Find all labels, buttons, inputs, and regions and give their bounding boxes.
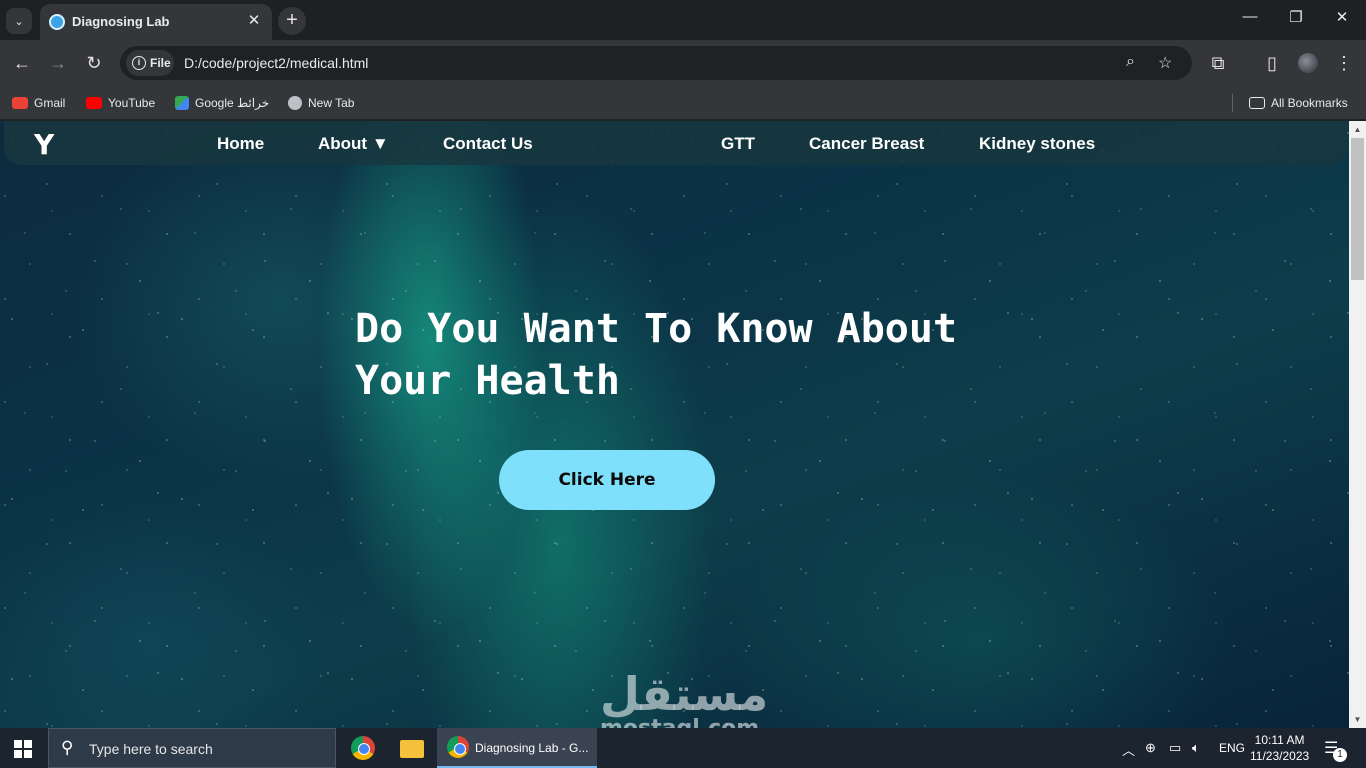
bookmark-star-icon[interactable]: ☆ [1158, 53, 1172, 73]
site-navbar: Y Home About ▼ Contact Us GTT Cancer Bre… [4, 121, 1347, 165]
close-tab-icon[interactable]: ✕ [244, 11, 264, 31]
forward-icon[interactable]: → [46, 51, 70, 75]
bookmark-label: Gmail [34, 96, 66, 110]
tab-strip: ⌄ Diagnosing Lab ✕ + — ❐ ✕ [0, 0, 1366, 40]
chrome-taskbar-icon[interactable] [351, 736, 375, 760]
battery-icon[interactable]: ▭ [1169, 740, 1181, 756]
browser-toolbar: ← → ↻ i File D:/code/project2/medical.ht… [0, 40, 1366, 86]
chrome-window-icon [447, 736, 469, 758]
search-placeholder: Type here to search [89, 741, 213, 757]
click-here-button[interactable]: Click Here [499, 450, 715, 510]
site-logo[interactable]: Y [34, 128, 54, 161]
active-window-chrome[interactable]: Diagnosing Lab - G... [437, 728, 597, 768]
clock-date: 11/23/2023 [1250, 749, 1310, 763]
starfield-background-layer [0, 121, 1349, 728]
hero-title: Do You Want To Know About Your Health [355, 306, 958, 404]
profile-avatar[interactable] [1298, 53, 1318, 73]
nav-kidney-stones[interactable]: Kidney stones [979, 134, 1095, 154]
url-text[interactable]: D:/code/project2/medical.html [184, 55, 368, 71]
network-icon[interactable]: ⊕ [1145, 740, 1156, 756]
language-indicator[interactable]: ENG [1219, 741, 1245, 755]
favicon-icon [49, 14, 65, 30]
nav-contact[interactable]: Contact Us [443, 134, 533, 154]
all-bookmarks-label: All Bookmarks [1271, 96, 1348, 110]
bookmarks-bar: Gmail YouTube Google خرائط New Tab All B… [0, 86, 1366, 120]
minimize-icon[interactable]: — [1227, 8, 1273, 25]
reload-icon[interactable]: ↻ [82, 51, 106, 75]
bookmarks-divider [1232, 94, 1233, 112]
browser-tab[interactable]: Diagnosing Lab ✕ [40, 4, 272, 40]
new-tab-button[interactable]: + [278, 7, 306, 35]
back-icon[interactable]: ← [10, 51, 34, 75]
tab-search-icon[interactable]: ⌄ [6, 8, 32, 34]
page-viewport: Y Home About ▼ Contact Us GTT Cancer Bre… [0, 121, 1349, 728]
windows-start-icon[interactable] [14, 740, 32, 758]
all-bookmarks-button[interactable]: All Bookmarks [1249, 93, 1348, 113]
scroll-down-icon[interactable]: ▼ [1349, 711, 1366, 728]
clock-time: 10:11 AM [1254, 733, 1305, 747]
page-scrollbar[interactable]: ▲ ▼ [1349, 121, 1366, 728]
notification-badge: 1 [1333, 748, 1347, 762]
menu-icon[interactable]: ⋮ [1332, 51, 1356, 75]
watermark-latin: mostaql.com [600, 718, 768, 729]
scheme-label: File [150, 56, 171, 70]
site-info-chip[interactable]: i File [126, 50, 174, 76]
extensions-icon[interactable]: ⧉ [1206, 51, 1230, 75]
zoom-icon[interactable]: ⌕ [1126, 53, 1135, 71]
youtube-icon [86, 97, 102, 109]
active-window-label: Diagnosing Lab - G... [475, 741, 589, 755]
tab-title: Diagnosing Lab [72, 14, 170, 29]
taskbar: ⚲ Type here to search Diagnosing Lab - G… [0, 728, 1366, 768]
info-icon: i [132, 56, 146, 70]
taskbar-clock[interactable]: 10:11 AM 11/23/2023 [1250, 732, 1309, 764]
nav-gtt[interactable]: GTT [721, 134, 755, 154]
bookmark-new-tab[interactable]: New Tab [288, 93, 354, 113]
nav-home[interactable]: Home [217, 134, 264, 154]
bookmark-youtube[interactable]: YouTube [86, 93, 155, 113]
nav-cancer-breast[interactable]: Cancer Breast [809, 134, 924, 154]
taskbar-search[interactable]: ⚲ Type here to search [48, 728, 336, 768]
bookmark-maps[interactable]: Google خرائط [175, 93, 269, 113]
bookmark-label: New Tab [308, 96, 355, 110]
search-icon: ⚲ [61, 738, 74, 757]
bookmark-gmail[interactable]: Gmail [12, 93, 65, 113]
gmail-icon [12, 97, 28, 109]
tray-expand-icon[interactable]: ︿ [1122, 740, 1135, 759]
nav-about-dropdown[interactable]: About ▼ [318, 134, 389, 154]
side-panel-icon[interactable]: ▯ [1260, 51, 1284, 75]
bookmark-label: Google خرائط [195, 96, 270, 110]
watermark-arabic: مستقل [600, 667, 769, 721]
folder-icon [1249, 97, 1265, 109]
address-bar[interactable]: i File D:/code/project2/medical.html ⌕ ☆ [120, 46, 1192, 80]
restore-icon[interactable]: ❐ [1273, 8, 1319, 26]
watermark: مستقل mostaql.com [600, 669, 768, 728]
file-explorer-icon[interactable] [400, 740, 424, 758]
volume-icon[interactable]: 🔈︎ [1192, 740, 1200, 756]
scrollbar-thumb[interactable] [1351, 138, 1364, 280]
maps-icon [175, 96, 189, 110]
scroll-up-icon[interactable]: ▲ [1349, 121, 1366, 138]
close-window-icon[interactable]: ✕ [1319, 8, 1365, 26]
bookmark-label: YouTube [108, 96, 156, 110]
globe-icon [288, 96, 302, 110]
